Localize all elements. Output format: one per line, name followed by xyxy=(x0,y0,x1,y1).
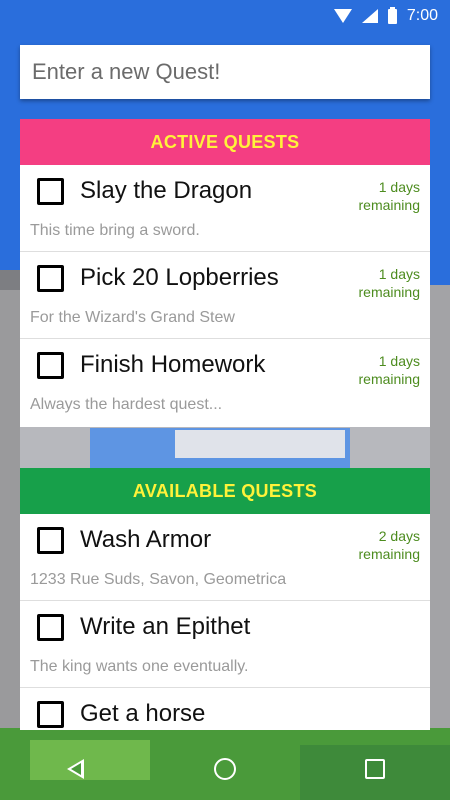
quest-item[interactable]: Write an Epithet The king wants one even… xyxy=(20,601,430,688)
quest-description: Always the hardest quest... xyxy=(30,396,223,413)
quest-checkbox[interactable] xyxy=(37,265,64,292)
navigation-bar xyxy=(0,738,450,800)
remaining-label: remaining xyxy=(358,284,420,300)
battery-icon xyxy=(387,6,397,24)
remaining-label: remaining xyxy=(358,546,420,562)
back-icon xyxy=(66,759,84,779)
remaining-days: 2 days xyxy=(378,528,420,544)
recents-button[interactable] xyxy=(355,749,395,789)
clock: 7:00 xyxy=(406,7,438,24)
quest-checkbox[interactable] xyxy=(37,527,64,554)
active-quests-header: ACTIVE QUESTS xyxy=(20,119,430,165)
remaining-days: 1 days xyxy=(378,353,420,369)
quest-item[interactable]: Get a horse xyxy=(20,688,430,730)
quest-description: The king wants one eventually. xyxy=(30,658,249,675)
quest-title: Wash Armor xyxy=(80,526,212,553)
quest-remaining: 1 days remaining xyxy=(359,178,420,214)
wifi-icon xyxy=(333,9,352,23)
active-quests-panel: ACTIVE QUESTS Slay the Dragon 1 days rem… xyxy=(20,119,430,427)
quest-description: 1233 Rue Suds, Savon, Geometrica xyxy=(30,571,287,588)
quest-item[interactable]: Pick 20 Lopberries 1 days remaining For … xyxy=(20,252,430,339)
quest-remaining: 1 days remaining xyxy=(359,265,420,301)
remaining-days: 1 days xyxy=(378,266,420,282)
available-quests-header: AVAILABLE QUESTS xyxy=(20,468,430,514)
quest-title: Slay the Dragon xyxy=(80,177,253,204)
recents-icon xyxy=(365,759,385,779)
available-quests-panel: AVAILABLE QUESTS Wash Armor 2 days remai… xyxy=(20,468,430,730)
home-icon xyxy=(214,758,236,780)
quest-remaining: 1 days remaining xyxy=(359,352,420,388)
quest-checkbox[interactable] xyxy=(37,614,64,641)
quest-title: Write an Epithet xyxy=(80,613,251,640)
quest-checkbox[interactable] xyxy=(37,352,64,379)
remaining-label: remaining xyxy=(358,197,420,213)
remaining-days: 1 days xyxy=(378,179,420,195)
quest-item[interactable]: Wash Armor 2 days remaining 1233 Rue Sud… xyxy=(20,514,430,601)
quest-title: Pick 20 Lopberries xyxy=(80,264,279,291)
signal-icon xyxy=(361,9,378,23)
new-quest-input[interactable] xyxy=(30,58,420,86)
quest-description: This time bring a sword. xyxy=(30,222,200,239)
new-quest-field[interactable] xyxy=(20,45,430,99)
quest-description: For the Wizard's Grand Stew xyxy=(30,309,235,326)
status-bar: 7:00 xyxy=(0,0,450,32)
quest-checkbox[interactable] xyxy=(37,701,64,728)
back-button[interactable] xyxy=(55,749,95,789)
quest-title: Get a horse xyxy=(80,700,206,727)
quest-checkbox[interactable] xyxy=(37,178,64,205)
home-button[interactable] xyxy=(205,749,245,789)
remaining-label: remaining xyxy=(358,371,420,387)
quest-item[interactable]: Finish Homework 1 days remaining Always … xyxy=(20,339,430,426)
quest-remaining: 2 days remaining xyxy=(359,527,420,563)
quest-item[interactable]: Slay the Dragon 1 days remaining This ti… xyxy=(20,165,430,252)
quest-title: Finish Homework xyxy=(80,351,266,378)
